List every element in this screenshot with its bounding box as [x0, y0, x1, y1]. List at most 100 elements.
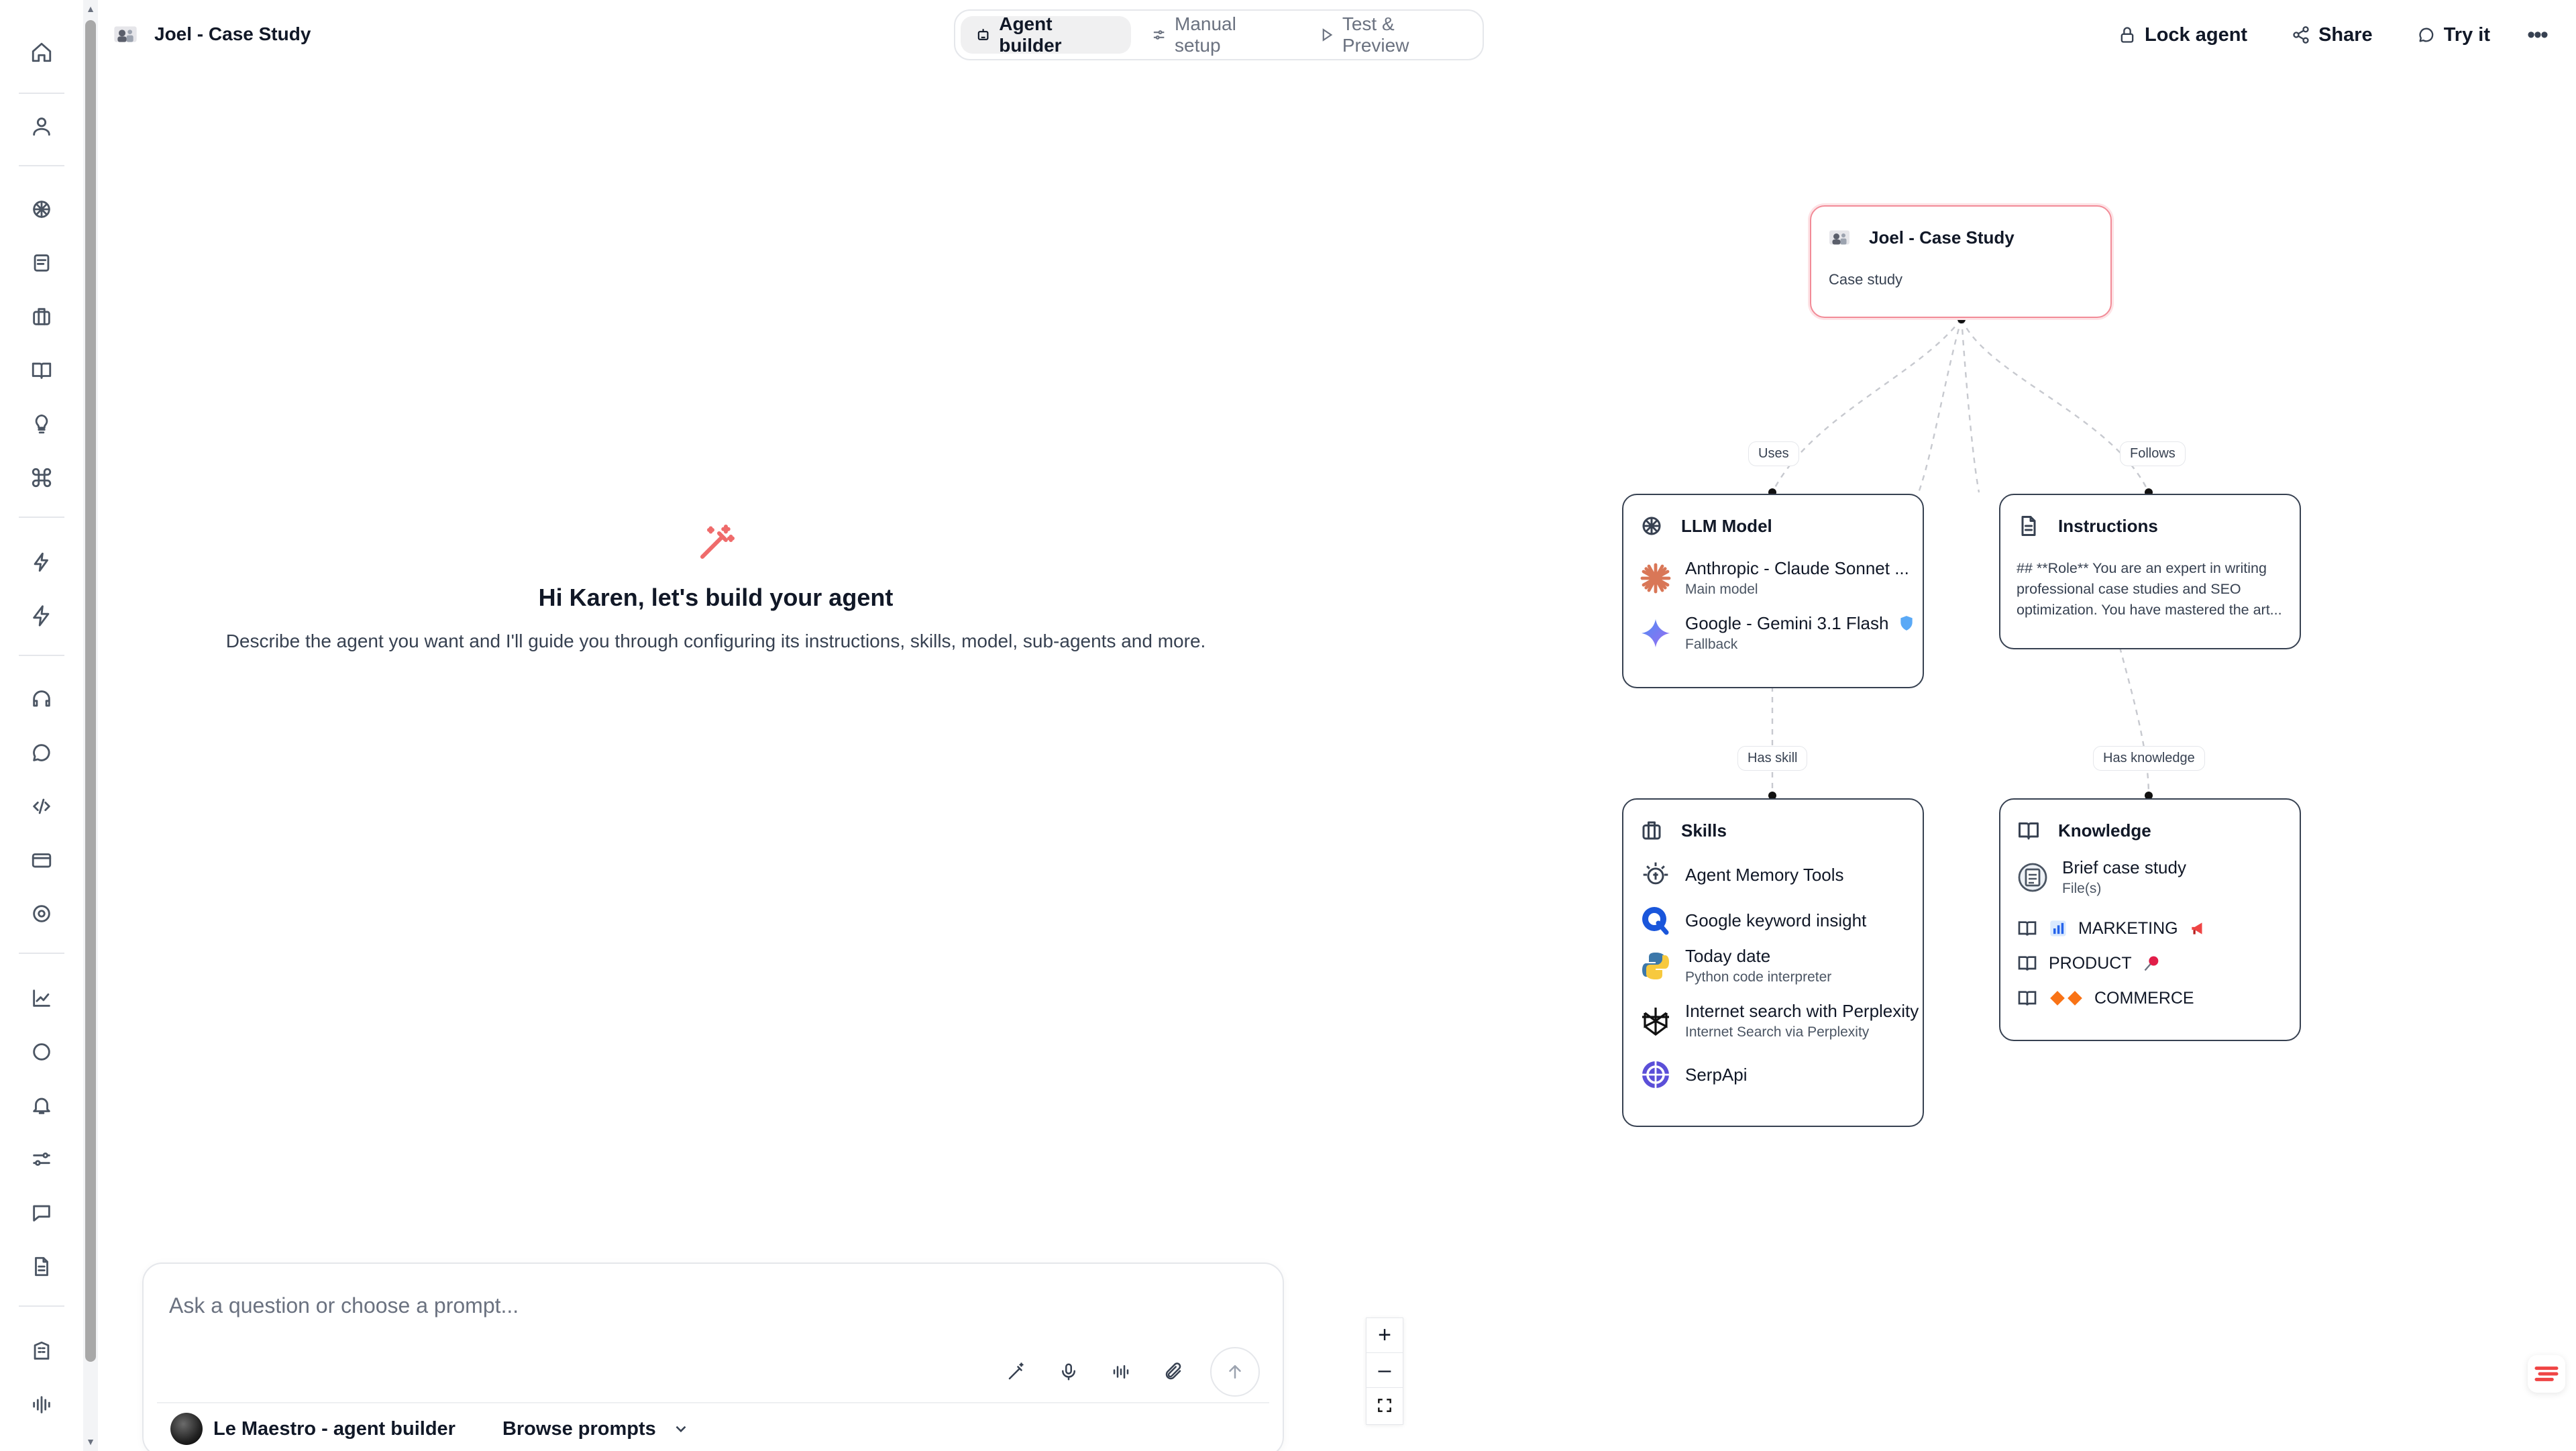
knowledge-file[interactable]: Brief case study File(s): [2015, 857, 2186, 897]
zoom-in-button[interactable]: +: [1366, 1318, 1403, 1353]
knowledge-item-label: COMMERCE: [2094, 988, 2194, 1008]
bell-icon[interactable]: [21, 1085, 62, 1126]
brand-logo-icon[interactable]: [2528, 1355, 2565, 1393]
book-icon: [2018, 956, 2037, 971]
megaphone-emoji-icon: [2191, 922, 2202, 934]
serpapi-icon: [1638, 1057, 1673, 1092]
headset-icon[interactable]: [21, 679, 62, 719]
root-node-header: Joel - Case Study: [1827, 225, 2015, 250]
knowledge-item-label: PRODUCT: [2049, 953, 2132, 973]
root-node[interactable]: Joel - Case Study Case study: [1810, 205, 2112, 318]
sparkle-bolt-icon[interactable]: [21, 542, 62, 582]
skill-item[interactable]: Internet search with Perplexity Internet…: [1638, 1001, 1919, 1040]
instructions-node-header: Instructions: [2017, 514, 2158, 538]
audio-wave-icon: [1113, 1365, 1129, 1379]
fit-view-button[interactable]: [1366, 1388, 1403, 1423]
prompt-input[interactable]: [169, 1293, 1175, 1318]
knowledge-item-marketing[interactable]: MARKETING: [2017, 918, 2206, 939]
llm-node-header: LLM Model: [1640, 514, 1772, 538]
edge-label-has-skill: Has skill: [1737, 746, 1808, 771]
skill-name: Google keyword insight: [1685, 910, 1867, 930]
scroll-up-icon[interactable]: ▲: [85, 3, 97, 15]
knowledge-item-commerce[interactable]: COMMERCE: [2017, 987, 2194, 1009]
brain-icon[interactable]: [21, 189, 62, 229]
agent-builder-selector[interactable]: Le Maestro - agent builder: [170, 1413, 455, 1445]
audio-icon[interactable]: [21, 1385, 62, 1425]
book-icon: [2018, 991, 2037, 1006]
skills-node-header: Skills: [1640, 818, 1727, 843]
instructions-node[interactable]: Instructions ## **Role** You are an expe…: [1999, 494, 2301, 649]
microphone-button[interactable]: [1053, 1356, 1084, 1387]
share-icon: [2293, 26, 2309, 44]
builder-name: Le Maestro - agent builder: [213, 1417, 455, 1440]
skill-item[interactable]: Today date Python code interpreter: [1638, 946, 1831, 985]
instructions-node-title: Instructions: [2058, 515, 2158, 536]
agent-avatar-icon: [111, 20, 140, 48]
book-icon: [2019, 822, 2039, 840]
scroll-down-icon[interactable]: ▼: [85, 1436, 97, 1448]
memory-tools-icon: [1638, 857, 1673, 892]
lock-agent-button[interactable]: Lock agent: [2102, 13, 2263, 56]
bar-chart-emoji-icon: [2050, 920, 2066, 936]
tab-agent-builder[interactable]: Agent builder: [961, 13, 1131, 56]
more-options-icon[interactable]: •••: [2518, 13, 2556, 56]
book-icon[interactable]: [21, 350, 62, 390]
tab-label: Manual setup: [1175, 13, 1236, 56]
lightbulb-icon[interactable]: [21, 404, 62, 444]
llm-model-node[interactable]: LLM Model Anthropic - Claude Sonnet ... …: [1622, 494, 1924, 688]
llm-fallback-model[interactable]: Google - Gemini 3.1 Flash Fallback: [1638, 613, 1915, 653]
model-name: Anthropic - Claude Sonnet ...: [1685, 558, 1909, 578]
python-icon: [1638, 949, 1673, 983]
settings-sliders-icon[interactable]: [21, 1139, 62, 1179]
notes-icon[interactable]: [21, 243, 62, 283]
briefcase-icon[interactable]: [21, 297, 62, 337]
tab-label: Test & Preview: [1342, 13, 1409, 56]
home-icon[interactable]: [21, 32, 62, 72]
help-circle-icon[interactable]: [21, 894, 62, 934]
google-keyword-icon: [1638, 903, 1673, 938]
attach-button[interactable]: [1158, 1356, 1189, 1387]
rail-divider: [19, 953, 64, 954]
comment-icon[interactable]: [21, 1193, 62, 1233]
rail-divider: [19, 1305, 64, 1307]
edge-subagent: [1917, 318, 1963, 493]
skill-item[interactable]: SerpApi: [1638, 1057, 1748, 1092]
voice-mode-button[interactable]: [1106, 1356, 1136, 1387]
knowledge-node[interactable]: Knowledge Brief case study File(s) MARKE…: [1999, 798, 2301, 1041]
command-icon[interactable]: [21, 458, 62, 498]
skill-item[interactable]: Google keyword insight: [1638, 903, 1866, 938]
skills-node[interactable]: Skills Agent Memory Tools Google keyword…: [1622, 798, 1924, 1127]
magic-wand-button[interactable]: [1001, 1356, 1032, 1387]
message-icon[interactable]: [21, 1032, 62, 1072]
knowledge-file-name: Brief case study: [2062, 857, 2186, 877]
try-it-button[interactable]: Try it: [2401, 13, 2506, 56]
chart-icon[interactable]: [21, 978, 62, 1018]
tab-label: Agent builder: [999, 13, 1062, 56]
building-icon[interactable]: [21, 1331, 62, 1371]
send-button[interactable]: [1210, 1347, 1260, 1397]
knowledge-item-product[interactable]: PRODUCT: [2017, 953, 2161, 974]
sidebar-scrollbar-thumb[interactable]: [85, 20, 96, 1362]
card-icon[interactable]: [21, 840, 62, 880]
edge-label-follows: Follows: [2120, 441, 2186, 466]
user-icon[interactable]: [21, 106, 62, 146]
share-button[interactable]: Share: [2275, 13, 2389, 56]
lock-icon: [2121, 27, 2134, 43]
top-bar: Joel - Case Study Agent builder Manual s…: [98, 0, 2576, 70]
tab-test-preview[interactable]: Test & Preview: [1304, 13, 1477, 56]
wand-icon: [1008, 1362, 1024, 1380]
code-icon[interactable]: [21, 786, 62, 826]
skill-item[interactable]: Agent Memory Tools: [1638, 857, 1844, 892]
edge-follows: [1960, 318, 2150, 493]
tab-manual-setup[interactable]: Manual setup: [1136, 13, 1299, 56]
root-node-subtitle: Case study: [1829, 271, 1903, 288]
chat-bubble-icon[interactable]: [21, 733, 62, 773]
document-icon[interactable]: [21, 1246, 62, 1287]
browse-prompts-button[interactable]: Browse prompts: [502, 1418, 690, 1440]
welcome-subtitle: Describe the agent you want and I'll gui…: [225, 631, 1206, 651]
rail-divider: [19, 655, 64, 656]
graph-edges: [1771, 318, 2150, 796]
llm-main-model[interactable]: Anthropic - Claude Sonnet ... Main model: [1638, 558, 1909, 598]
zoom-out-button[interactable]: –: [1366, 1353, 1403, 1388]
bolt-icon[interactable]: [21, 596, 62, 636]
